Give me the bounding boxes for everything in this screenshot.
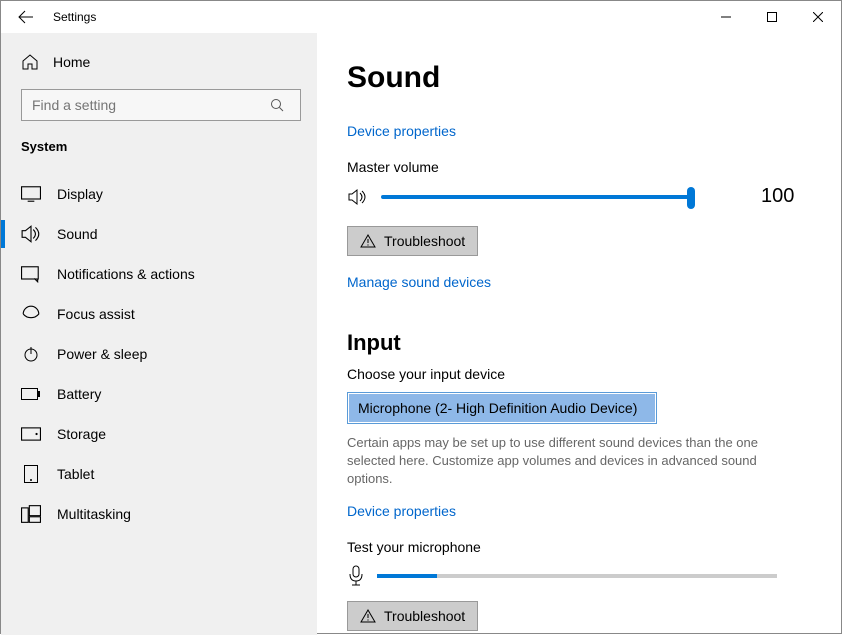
manage-sound-devices-link[interactable]: Manage sound devices [347,274,791,290]
close-button[interactable] [795,1,841,33]
search-box[interactable] [21,89,301,121]
sidebar-home[interactable]: Home [1,47,317,89]
multitasking-icon [21,505,41,523]
input-heading: Input [347,330,791,356]
choose-input-label: Choose your input device [347,366,791,382]
battery-icon [21,385,41,403]
page-title: Sound [347,61,791,95]
input-device-dropdown[interactable]: Microphone (2- High Definition Audio Dev… [347,392,657,424]
sound-icon [21,225,41,243]
input-hint: Certain apps may be set up to use differ… [347,434,791,489]
sidebar-item-label: Focus assist [57,306,135,322]
sidebar-nav: Display Sound Notifications & actions Fo… [1,174,317,534]
master-volume-slider[interactable] [347,188,691,206]
home-icon [21,53,39,71]
power-icon [21,345,41,363]
minimize-icon [721,12,731,22]
sidebar-item-notifications[interactable]: Notifications & actions [1,254,317,294]
sidebar-item-focus-assist[interactable]: Focus assist [1,294,317,334]
sidebar-section-label: System [1,139,317,168]
troubleshoot-label: Troubleshoot [384,233,465,249]
sidebar-item-battery[interactable]: Battery [1,374,317,414]
device-properties-link[interactable]: Device properties [347,123,791,139]
sidebar-item-label: Tablet [57,466,94,482]
maximize-icon [767,12,777,22]
sidebar-item-label: Power & sleep [57,346,147,362]
display-icon [21,185,41,203]
notifications-icon [21,265,41,283]
mic-level-track [377,574,777,578]
sidebar-item-label: Display [57,186,103,202]
back-arrow-icon [17,9,33,25]
sidebar-item-multitasking[interactable]: Multitasking [1,494,317,534]
sidebar-item-power-sleep[interactable]: Power & sleep [1,334,317,374]
sidebar-item-label: Battery [57,386,101,402]
tablet-icon [21,465,41,483]
sidebar-item-display[interactable]: Display [1,174,317,214]
sidebar-item-label: Notifications & actions [57,266,195,282]
sidebar-item-storage[interactable]: Storage [1,414,317,454]
sidebar-item-label: Sound [57,226,97,242]
storage-icon [21,425,41,443]
master-volume-label: Master volume [347,159,791,175]
warning-icon [360,609,376,623]
sidebar-item-sound[interactable]: Sound [1,214,317,254]
sidebar: Home System Display Sound Notifications … [1,33,317,635]
main-content: Sound Device properties Master volume 10… [317,33,841,635]
volume-thumb[interactable] [687,187,695,209]
microphone-icon [347,565,365,587]
input-troubleshoot-button[interactable]: Troubleshoot [347,601,478,631]
search-input[interactable] [22,97,270,113]
input-device-selected: Microphone (2- High Definition Audio Dev… [358,400,637,416]
master-volume-value: 100 [761,185,794,208]
back-button[interactable] [1,1,49,33]
close-icon [813,12,823,22]
troubleshoot-button[interactable]: Troubleshoot [347,226,478,256]
volume-icon [347,188,371,206]
mic-level-fill [377,574,437,578]
test-mic-label: Test your microphone [347,539,791,555]
minimize-button[interactable] [703,1,749,33]
warning-icon [360,234,376,248]
focus-assist-icon [21,305,41,323]
sidebar-home-label: Home [53,54,90,70]
volume-track[interactable] [381,195,691,199]
input-device-properties-link[interactable]: Device properties [347,503,791,519]
sidebar-item-label: Multitasking [57,506,131,522]
titlebar: Settings [1,1,841,33]
sidebar-item-label: Storage [57,426,106,442]
search-icon [270,98,300,112]
maximize-button[interactable] [749,1,795,33]
window-title: Settings [49,10,96,24]
input-troubleshoot-label: Troubleshoot [384,608,465,624]
sidebar-item-tablet[interactable]: Tablet [1,454,317,494]
